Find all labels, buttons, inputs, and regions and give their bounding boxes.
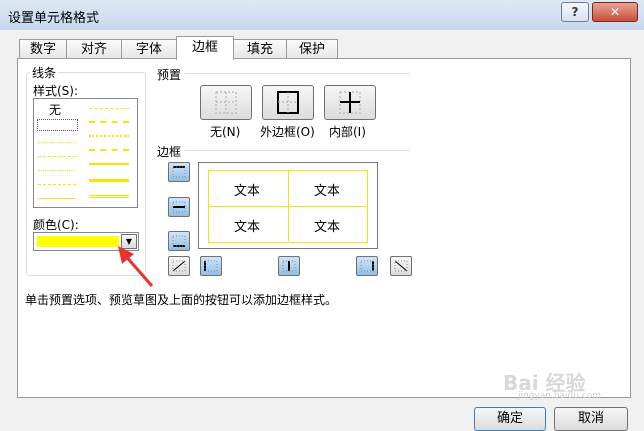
line-style-list[interactable]: 无 [33,98,138,208]
line-style-option[interactable] [38,198,76,199]
preset-none-icon [215,91,237,114]
line-style-none[interactable]: 无 [49,101,61,118]
preset-outline-label: 外边框(O) [260,125,315,139]
line-style-option[interactable] [89,163,129,165]
border-bottom-button[interactable] [168,231,190,251]
watermark-url: jingyan.baidu.com [518,391,602,401]
preview-cell-text: 文本 [233,220,260,235]
line-style-option[interactable] [89,179,129,182]
border-inside-horizontal-icon [172,201,186,213]
presets-separator [185,73,410,74]
diagonal-up-icon [172,260,186,272]
color-swatch [37,236,119,247]
border-bottom-icon [172,235,186,247]
border-diagonal-down-button[interactable] [390,256,412,276]
color-label: 颜色(C): [33,218,79,232]
style-label: 样式(S): [33,84,79,98]
tab-fill[interactable]: 填充 [233,39,287,59]
line-style-option[interactable] [89,195,129,198]
border-preview[interactable]: 文本 文本 文本 文本 [198,162,378,249]
line-style-option[interactable] [89,121,129,123]
preset-none-button[interactable] [200,85,252,120]
border-right-icon [360,260,374,272]
ok-button[interactable]: 确定 [474,407,546,431]
border-right-button[interactable] [356,256,378,276]
tab-alignment[interactable]: 对齐 [66,39,122,59]
tab-border[interactable]: 边框 [176,36,234,60]
dialog-title: 设置单元格格式 [8,11,100,26]
border-inside-horizontal-button[interactable] [168,197,190,217]
border-left-icon [204,260,218,272]
line-group-title: 线条 [30,64,59,81]
tab-font[interactable]: 字体 [121,39,177,59]
help-button[interactable]: ? [561,2,589,22]
border-title: 边框 [157,145,182,159]
hint-text: 单击预置选项、预览草图及上面的按钮可以添加边框样式。 [25,293,338,307]
border-separator [185,150,410,151]
line-style-selected[interactable] [37,119,78,131]
tab-number[interactable]: 数字 [19,39,67,59]
line-style-option[interactable] [89,108,129,109]
tab-protection[interactable]: 保护 [286,39,338,59]
line-style-option[interactable] [38,156,76,157]
preview-cell-text: 文本 [233,184,260,199]
line-style-option[interactable] [38,170,76,171]
close-button[interactable]: ✕ [592,2,638,22]
preset-outline-button[interactable] [262,85,314,120]
cancel-button[interactable]: 取消 [554,407,628,431]
preset-none-label: 无(N) [210,125,241,139]
border-top-button[interactable] [168,162,190,182]
preview-cell-text: 文本 [313,184,340,199]
border-top-icon [172,166,186,178]
border-left-button[interactable] [200,256,222,276]
annotation-arrow-icon [118,246,154,287]
border-inside-vertical-icon [282,260,296,272]
line-style-option[interactable] [38,142,76,143]
border-diagonal-up-button[interactable] [168,256,190,276]
preset-inside-label: 内部(I) [329,125,366,139]
preset-inside-icon [339,91,361,114]
line-style-option[interactable] [89,149,129,151]
preset-inside-button[interactable] [324,85,376,120]
border-inside-vertical-button[interactable] [278,256,300,276]
title-bar: 设置单元格格式 ? ✕ [0,0,644,31]
line-style-option[interactable] [89,135,129,137]
presets-title: 预置 [157,68,182,82]
preview-inside-horizontal [208,206,366,207]
diagonal-down-icon [394,260,408,272]
line-style-option[interactable] [38,184,76,185]
preset-outline-icon [277,91,299,114]
preview-cell-text: 文本 [313,220,340,235]
